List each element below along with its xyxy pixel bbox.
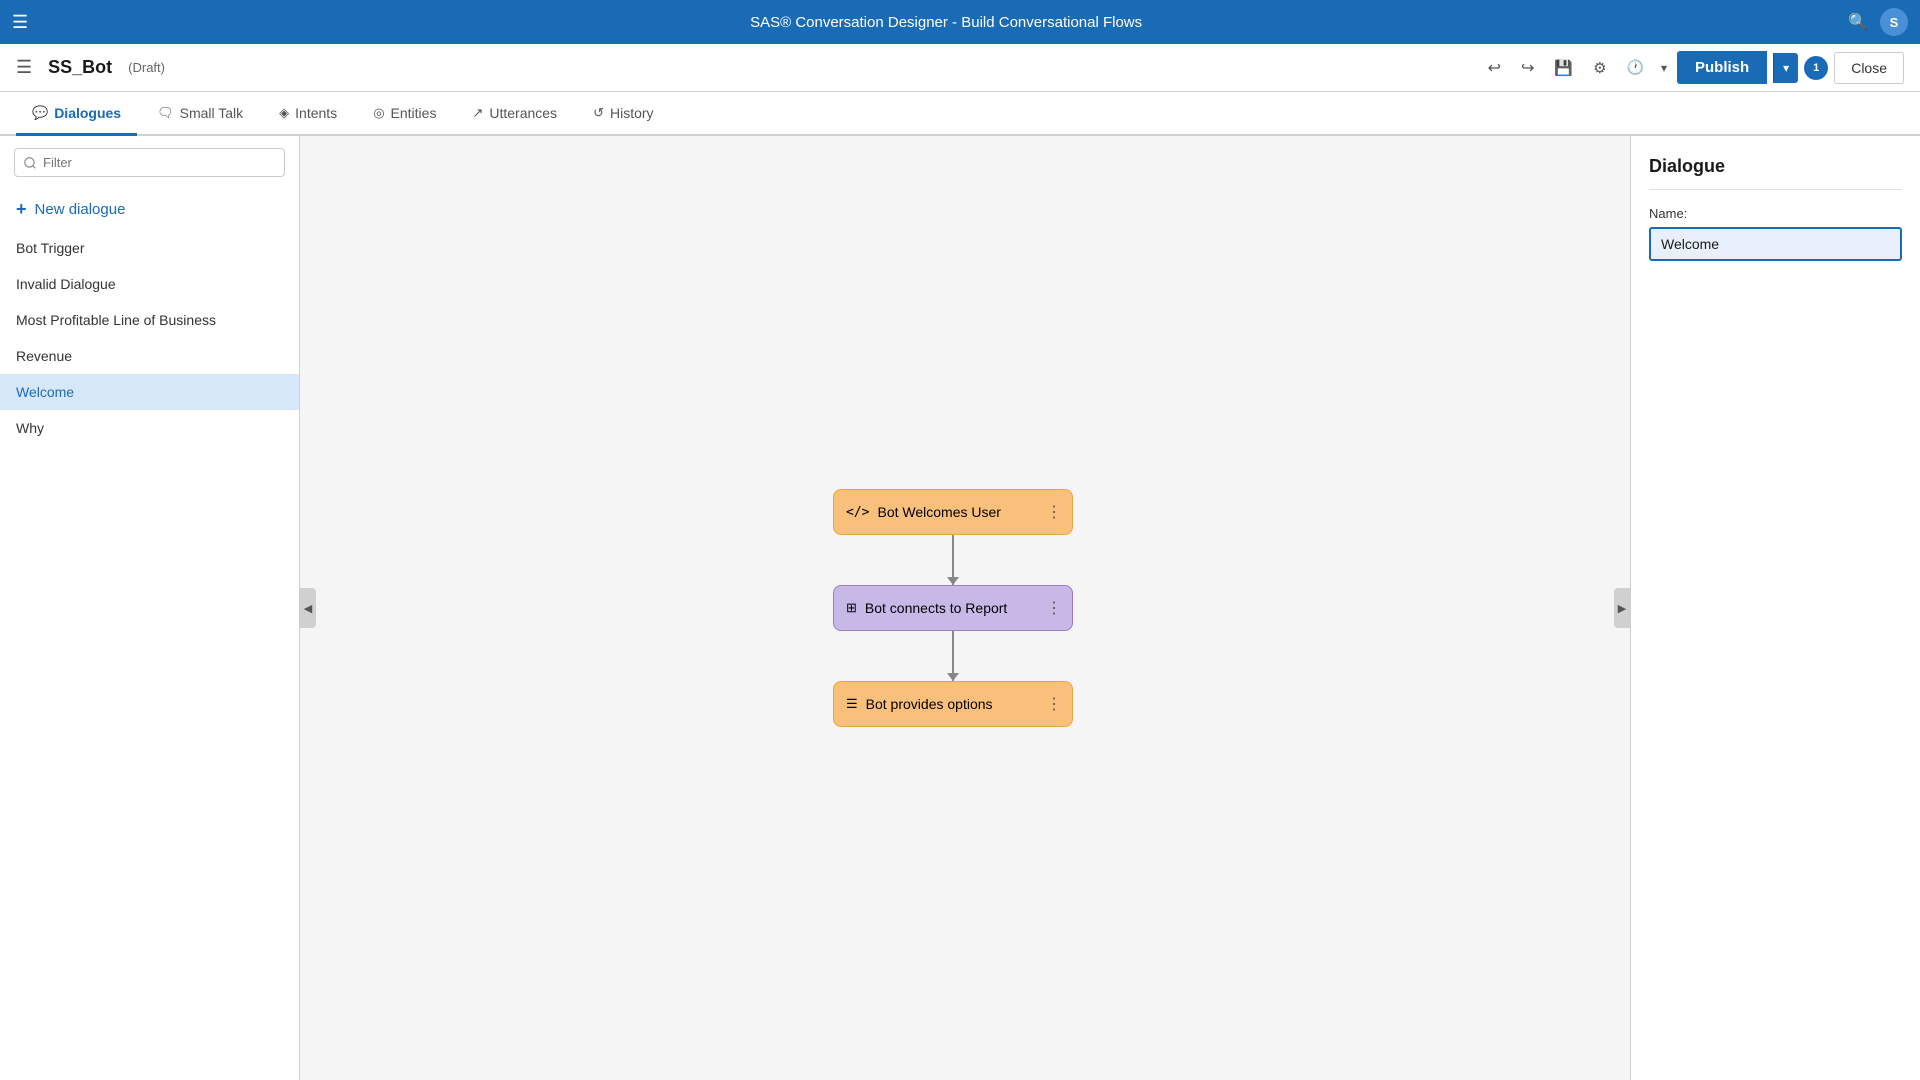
dialogue-name-input[interactable] <box>1649 227 1902 261</box>
hamburger-icon[interactable]: ☰ <box>12 12 28 33</box>
second-bar: ☰ SS_Bot (Draft) ↩ ↪ 💾 ⚙ 🕐 ▾ Publish ▾ 1… <box>0 44 1920 92</box>
tab-utterances[interactable]: ↗ Utterances <box>456 92 573 136</box>
publish-dropdown-button[interactable]: ▾ <box>1773 53 1798 83</box>
node2-label: Bot connects to Report <box>865 600 1007 616</box>
connector-1 <box>952 535 954 585</box>
node2-icon: ⊞ <box>846 600 857 616</box>
plus-icon: + <box>16 199 27 220</box>
node1-more-button[interactable]: ⋮ <box>1036 490 1072 534</box>
dialogue-item-revenue[interactable]: Revenue <box>0 338 299 374</box>
flow-container: </> Bot Welcomes User ⋮ ⊞ Bot connects t… <box>833 489 1073 727</box>
new-dialogue-label: New dialogue <box>35 201 126 218</box>
tab-small-talk[interactable]: 🗨 Small Talk <box>141 92 259 136</box>
save-icon[interactable]: 💾 <box>1547 54 1580 82</box>
tab-history-label: History <box>610 105 654 121</box>
name-field-group: Name: <box>1649 206 1902 261</box>
tab-history[interactable]: ↺ History <box>577 92 669 136</box>
tab-entities-label: Entities <box>391 105 437 121</box>
connector-2 <box>952 631 954 681</box>
dialogues-tab-icon: 💬 <box>32 105 48 121</box>
dropdown-arrow-icon[interactable]: ▾ <box>1657 56 1671 80</box>
sidebar: + New dialogue Bot Trigger Invalid Dialo… <box>0 136 300 1080</box>
utterances-tab-icon: ↗ <box>472 105 483 121</box>
close-button[interactable]: Close <box>1834 52 1904 84</box>
node1-icon: </> <box>846 505 869 520</box>
main-area: + New dialogue Bot Trigger Invalid Dialo… <box>0 136 1920 1080</box>
node-bot-provides-options[interactable]: ☰ Bot provides options ⋮ <box>833 681 1073 727</box>
canvas: </> Bot Welcomes User ⋮ ⊞ Bot connects t… <box>300 136 1630 1080</box>
node-bot-connects-report[interactable]: ⊞ Bot connects to Report ⋮ <box>833 585 1073 631</box>
dialogue-item-most-profitable[interactable]: Most Profitable Line of Business <box>0 302 299 338</box>
panel-title: Dialogue <box>1649 156 1902 190</box>
node-bot-welcomes-user[interactable]: </> Bot Welcomes User ⋮ <box>833 489 1073 535</box>
menu-toggle-icon[interactable]: ☰ <box>16 57 32 78</box>
dialogue-item-bot-trigger[interactable]: Bot Trigger <box>0 230 299 266</box>
notification-badge[interactable]: 1 <box>1804 56 1828 80</box>
draft-label: (Draft) <box>128 60 165 75</box>
history-tab-icon: ↺ <box>593 105 604 121</box>
bot-name: SS_Bot <box>48 57 112 78</box>
node3-label: Bot provides options <box>866 696 993 712</box>
undo-icon[interactable]: ↩ <box>1481 53 1508 83</box>
tab-dialogues-label: Dialogues <box>54 105 121 121</box>
dialogue-item-welcome[interactable]: Welcome <box>0 374 299 410</box>
top-bar: ☰ SAS® Conversation Designer - Build Con… <box>0 0 1920 44</box>
canvas-area: ◀ ▶ </> Bot Welcomes User ⋮ ⊞ <box>300 136 1630 1080</box>
intents-tab-icon: ◈ <box>279 105 289 121</box>
app-title: SAS® Conversation Designer - Build Conve… <box>44 14 1848 31</box>
node3-icon: ☰ <box>846 696 858 712</box>
tab-entities[interactable]: ◎ Entities <box>357 92 452 136</box>
node2-more-button[interactable]: ⋮ <box>1036 586 1072 630</box>
dialogue-item-invalid[interactable]: Invalid Dialogue <box>0 266 299 302</box>
name-field-label: Name: <box>1649 206 1902 221</box>
settings-icon[interactable]: ⚙ <box>1586 54 1613 82</box>
filter-wrap <box>0 148 299 189</box>
tab-dialogues[interactable]: 💬 Dialogues <box>16 92 137 136</box>
tab-bar: 💬 Dialogues 🗨 Small Talk ◈ Intents ◎ Ent… <box>0 92 1920 136</box>
dialogue-list: Bot Trigger Invalid Dialogue Most Profit… <box>0 230 299 1080</box>
new-dialogue-button[interactable]: + New dialogue <box>0 189 299 230</box>
node3-more-button[interactable]: ⋮ <box>1036 682 1072 726</box>
tab-utterances-label: Utterances <box>489 105 557 121</box>
avatar[interactable]: S <box>1880 8 1908 36</box>
left-collapse-handle[interactable]: ◀ <box>300 588 316 628</box>
filter-input[interactable] <box>14 148 285 177</box>
tab-small-talk-label: Small Talk <box>180 105 244 121</box>
tab-intents-label: Intents <box>295 105 337 121</box>
small-talk-tab-icon: 🗨 <box>157 105 174 121</box>
search-icon-top[interactable]: 🔍 <box>1848 12 1868 32</box>
node1-label: Bot Welcomes User <box>877 504 1000 520</box>
entities-tab-icon: ◎ <box>373 105 384 121</box>
right-panel: Dialogue Name: <box>1630 136 1920 1080</box>
publish-button[interactable]: Publish <box>1677 51 1767 84</box>
time-icon[interactable]: 🕐 <box>1620 54 1651 81</box>
tab-intents[interactable]: ◈ Intents <box>263 92 353 136</box>
right-collapse-handle[interactable]: ▶ <box>1614 588 1630 628</box>
redo-icon[interactable]: ↪ <box>1514 53 1541 83</box>
dialogue-item-why[interactable]: Why <box>0 410 299 446</box>
